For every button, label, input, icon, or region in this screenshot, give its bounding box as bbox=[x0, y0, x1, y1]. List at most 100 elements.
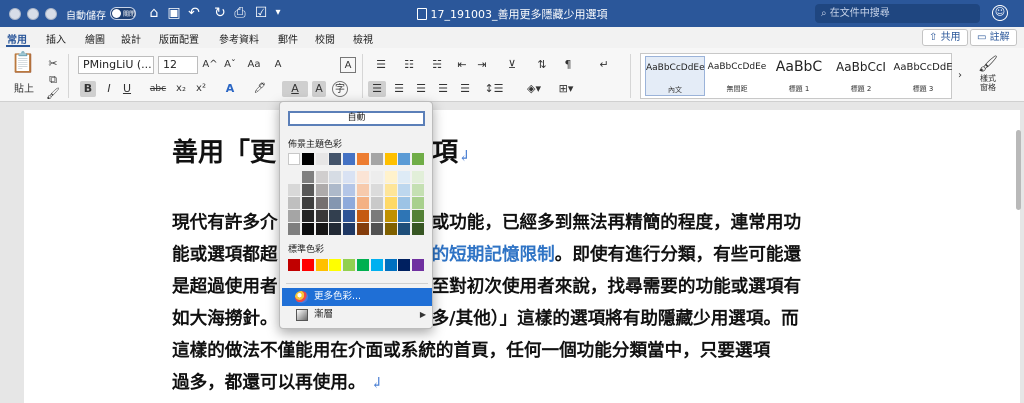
theme-shade-swatch[interactable] bbox=[370, 223, 383, 235]
theme-color-swatch[interactable] bbox=[301, 153, 314, 165]
standard-color-swatch[interactable] bbox=[315, 259, 328, 271]
standard-color-swatch[interactable] bbox=[288, 259, 300, 271]
theme-shade-swatch[interactable] bbox=[301, 197, 314, 209]
theme-color-swatch[interactable] bbox=[288, 153, 300, 165]
theme-shade-swatch[interactable] bbox=[288, 197, 300, 209]
theme-shade-swatch[interactable] bbox=[412, 171, 425, 183]
theme-shade-swatch[interactable] bbox=[398, 197, 411, 209]
theme-shade-swatch[interactable] bbox=[315, 197, 328, 209]
theme-color-swatch[interactable] bbox=[343, 153, 356, 165]
standard-color-swatch[interactable] bbox=[343, 259, 356, 271]
style-heading-1[interactable]: AaBbC 標題 1 bbox=[769, 56, 829, 96]
theme-shade-swatch[interactable] bbox=[412, 223, 425, 235]
share-button[interactable]: ⇧ 共用 bbox=[922, 29, 968, 46]
theme-shade-swatch[interactable] bbox=[357, 223, 369, 235]
theme-shade-swatch[interactable] bbox=[370, 171, 383, 183]
theme-shade-swatch[interactable] bbox=[288, 171, 300, 183]
shading-button[interactable]: A bbox=[312, 81, 326, 97]
cut-icon[interactable]: ✂ bbox=[46, 56, 60, 72]
pinyin-guide-button[interactable]: A bbox=[340, 57, 356, 73]
style-heading-2[interactable]: AaBbCcI 標題 2 bbox=[831, 56, 891, 96]
paragraph-line[interactable]: 過多，都還可以再使用。 ↲ bbox=[172, 369, 383, 394]
theme-shade-swatch[interactable] bbox=[412, 210, 425, 222]
show-marks-icon[interactable]: ¶ bbox=[560, 57, 576, 73]
line-spacing-icon[interactable]: ↕☰ bbox=[482, 81, 506, 97]
theme-shade-swatch[interactable] bbox=[329, 223, 342, 235]
align-right-icon[interactable]: ☰ bbox=[412, 81, 430, 97]
theme-shade-swatch[interactable] bbox=[329, 197, 342, 209]
standard-color-swatch[interactable] bbox=[384, 259, 397, 271]
theme-shade-swatch[interactable] bbox=[315, 184, 328, 196]
paragraph-line[interactable]: 是超過使用者 至對初次使用者來說，找尋需要的功能或選項有 bbox=[172, 273, 801, 298]
theme-shade-swatch[interactable] bbox=[343, 184, 356, 196]
gradient-item[interactable]: 漸層 ▶ bbox=[282, 306, 432, 324]
theme-shade-swatch[interactable] bbox=[301, 171, 314, 183]
bold-button[interactable]: B bbox=[80, 81, 96, 97]
enclose-characters-button[interactable]: 字 bbox=[332, 81, 348, 97]
theme-shade-swatch[interactable] bbox=[343, 223, 356, 235]
superscript-button[interactable]: x² bbox=[192, 81, 210, 97]
theme-shade-swatch[interactable] bbox=[384, 210, 397, 222]
format-painter-icon[interactable]: 🖌 bbox=[46, 86, 60, 102]
text-effects-button[interactable]: A bbox=[222, 81, 238, 97]
paste-icon[interactable]: 📋 bbox=[8, 52, 38, 78]
theme-color-swatch[interactable] bbox=[398, 153, 411, 165]
theme-shade-swatch[interactable] bbox=[398, 171, 411, 183]
theme-color-swatch[interactable] bbox=[315, 153, 328, 165]
justify-icon[interactable]: ☰ bbox=[434, 81, 452, 97]
comments-button[interactable]: ▭ 註解 bbox=[970, 29, 1017, 46]
paragraph-shading-icon[interactable]: ◈▾ bbox=[522, 81, 546, 97]
tab-layout[interactable]: 版面配置 bbox=[159, 31, 199, 46]
theme-shade-swatch[interactable] bbox=[357, 184, 369, 196]
text-direction-icon[interactable]: ↵ bbox=[596, 57, 612, 73]
account-icon[interactable]: ☺ bbox=[992, 5, 1008, 21]
theme-shade-swatch[interactable] bbox=[329, 184, 342, 196]
theme-shade-swatch[interactable] bbox=[288, 223, 300, 235]
tab-references[interactable]: 參考資料 bbox=[219, 31, 259, 46]
standard-color-swatch[interactable] bbox=[329, 259, 342, 271]
underline-button[interactable]: U bbox=[120, 81, 134, 97]
theme-shade-swatch[interactable] bbox=[288, 184, 300, 196]
theme-shade-swatch[interactable] bbox=[343, 210, 356, 222]
theme-shade-swatch[interactable] bbox=[315, 210, 328, 222]
chevron-right-icon[interactable]: › bbox=[955, 68, 965, 84]
theme-shade-swatch[interactable] bbox=[315, 223, 328, 235]
strikethrough-button[interactable]: abc bbox=[146, 81, 170, 97]
grow-font-button[interactable]: A^ bbox=[202, 57, 218, 73]
tab-draw[interactable]: 繪圖 bbox=[85, 31, 105, 46]
theme-shade-swatch[interactable] bbox=[329, 210, 342, 222]
paragraph-line[interactable]: 現代有許多介 或功能，已經多到無法再精簡的程度，連常用功 bbox=[172, 209, 801, 234]
tab-insert[interactable]: 插入 bbox=[46, 31, 66, 46]
theme-shade-swatch[interactable] bbox=[329, 171, 342, 183]
theme-color-swatch[interactable] bbox=[357, 153, 369, 165]
vertical-scrollbar[interactable] bbox=[1016, 130, 1021, 210]
standard-color-swatch[interactable] bbox=[301, 259, 314, 271]
standard-color-swatch[interactable] bbox=[412, 259, 425, 271]
theme-shade-swatch[interactable] bbox=[370, 197, 383, 209]
shrink-font-button[interactable]: Aˇ bbox=[222, 57, 238, 73]
theme-shade-swatch[interactable] bbox=[398, 184, 411, 196]
theme-shade-swatch[interactable] bbox=[357, 171, 369, 183]
font-color-button[interactable]: A bbox=[282, 81, 308, 97]
style-heading-3[interactable]: AaBbCcDdE 標題 3 bbox=[893, 56, 953, 96]
theme-color-swatch[interactable] bbox=[412, 153, 425, 165]
standard-color-swatch[interactable] bbox=[370, 259, 383, 271]
numbering-icon[interactable]: ☷ bbox=[398, 57, 420, 73]
align-center-icon[interactable]: ☰ bbox=[390, 81, 408, 97]
styles-pane-button[interactable]: 🖌 樣式 窗格 bbox=[968, 54, 1008, 100]
theme-shade-swatch[interactable] bbox=[357, 210, 369, 222]
standard-color-swatch[interactable] bbox=[398, 259, 411, 271]
theme-shade-swatch[interactable] bbox=[384, 184, 397, 196]
standard-color-swatch[interactable] bbox=[357, 259, 369, 271]
distributed-icon[interactable]: ☰ bbox=[456, 81, 474, 97]
tab-view[interactable]: 檢視 bbox=[353, 31, 373, 46]
highlight-button[interactable]: 🖊 bbox=[252, 81, 268, 97]
theme-shade-swatch[interactable] bbox=[370, 210, 383, 222]
borders-icon[interactable]: ⊞▾ bbox=[554, 81, 578, 97]
theme-shade-swatch[interactable] bbox=[301, 223, 314, 235]
theme-shade-swatch[interactable] bbox=[412, 184, 425, 196]
font-size-select[interactable]: 12 bbox=[158, 56, 198, 74]
change-case-button[interactable]: Aa bbox=[244, 57, 264, 73]
theme-shade-swatch[interactable] bbox=[301, 210, 314, 222]
more-colors-item[interactable]: 更多色彩... bbox=[282, 288, 432, 306]
